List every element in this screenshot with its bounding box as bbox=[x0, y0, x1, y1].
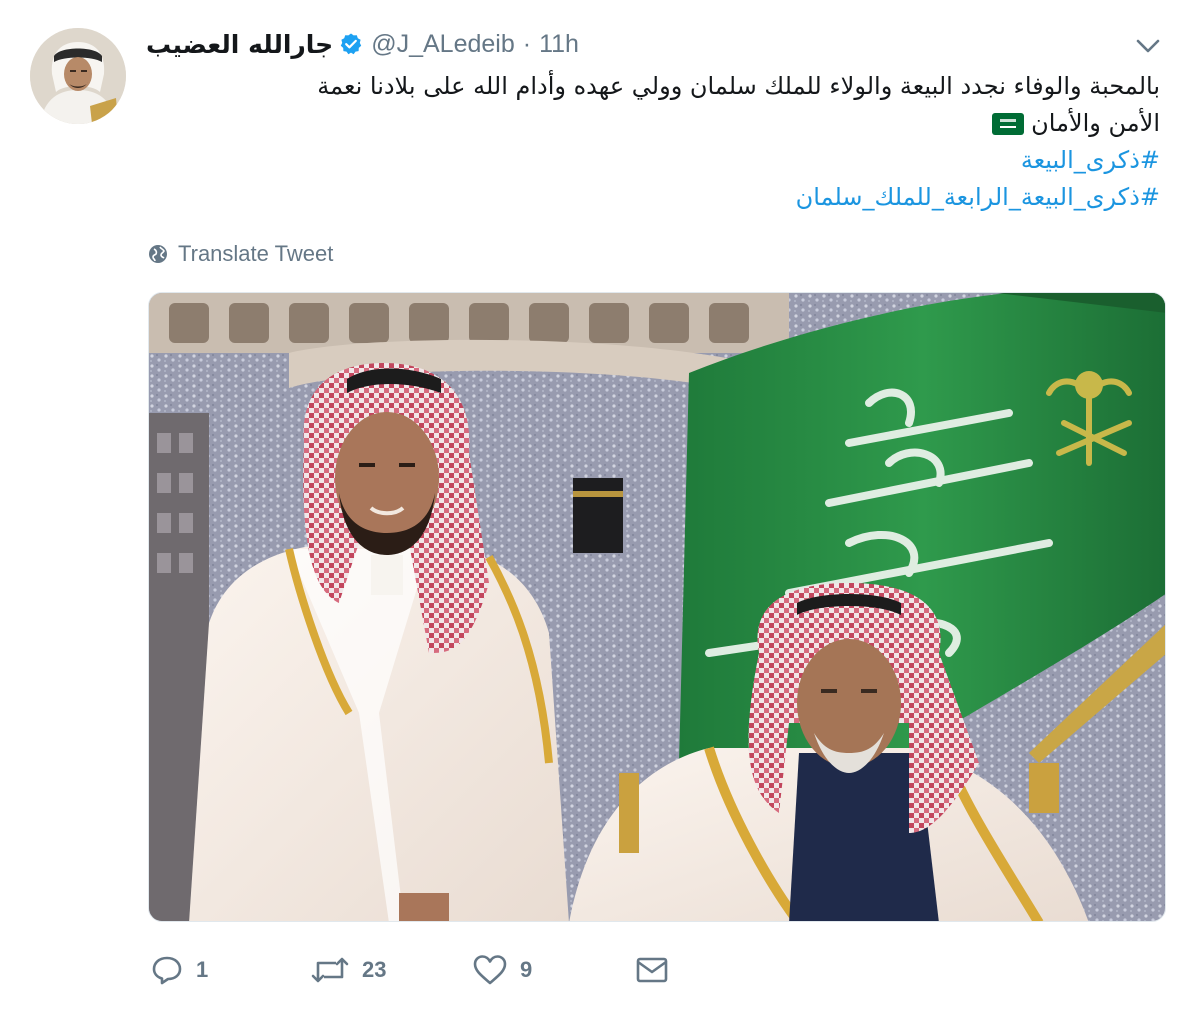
tweet-card[interactable]: جارالله العضيب @J_ALedeib · 11h بالمحبة … bbox=[0, 0, 1200, 1017]
reply-button[interactable]: 1 bbox=[150, 945, 208, 995]
tweet-actions: 1 23 9 bbox=[150, 945, 710, 995]
retweet-icon bbox=[311, 957, 349, 983]
avatar-image bbox=[30, 28, 126, 124]
tweet-text: بالمحبة والوفاء نجدد البيعة والولاء للمل… bbox=[150, 68, 1160, 216]
like-button[interactable]: 9 bbox=[472, 945, 532, 995]
author-handle[interactable]: @J_ALedeib bbox=[371, 30, 515, 59]
separator-dot: · bbox=[522, 29, 532, 58]
like-count: 9 bbox=[520, 957, 533, 982]
tweet-timestamp[interactable]: 11h bbox=[539, 30, 579, 59]
tweet-header: جارالله العضيب @J_ALedeib · 11h bbox=[146, 26, 579, 62]
tweet-photo[interactable] bbox=[148, 292, 1166, 922]
heart-icon bbox=[473, 955, 507, 985]
tweet-text-line-1: بالمحبة والوفاء نجدد البيعة والولاء للمل… bbox=[317, 72, 1160, 100]
translate-tweet-button[interactable]: Translate Tweet bbox=[148, 240, 333, 268]
envelope-icon bbox=[636, 957, 668, 983]
retweet-button[interactable]: 23 bbox=[310, 945, 386, 995]
hashtag-link-2[interactable]: #ذكرى_البيعة_الرابعة_للملك_سلمان bbox=[150, 179, 1160, 216]
tweet-text-line-2-words: الأمن والأمان bbox=[1031, 109, 1160, 137]
reply-icon bbox=[152, 956, 182, 985]
author-avatar[interactable] bbox=[30, 28, 126, 124]
retweet-count: 23 bbox=[362, 957, 387, 982]
tweet-text-line-2: الأمن والأمان bbox=[150, 105, 1160, 142]
saudi-arabia-flag-emoji bbox=[991, 113, 1024, 135]
hashtag-link-1[interactable]: #ذكرى_البيعة bbox=[150, 142, 1160, 179]
translate-label: Translate Tweet bbox=[178, 241, 334, 266]
globe-icon bbox=[149, 245, 167, 263]
tweet-photo-image bbox=[149, 293, 1165, 921]
author-name[interactable]: جارالله العضيب bbox=[146, 30, 333, 59]
reply-count: 1 bbox=[196, 957, 209, 982]
direct-message-button[interactable] bbox=[634, 945, 670, 995]
chevron-down-icon[interactable] bbox=[1134, 36, 1162, 56]
verified-badge-icon bbox=[341, 33, 362, 55]
